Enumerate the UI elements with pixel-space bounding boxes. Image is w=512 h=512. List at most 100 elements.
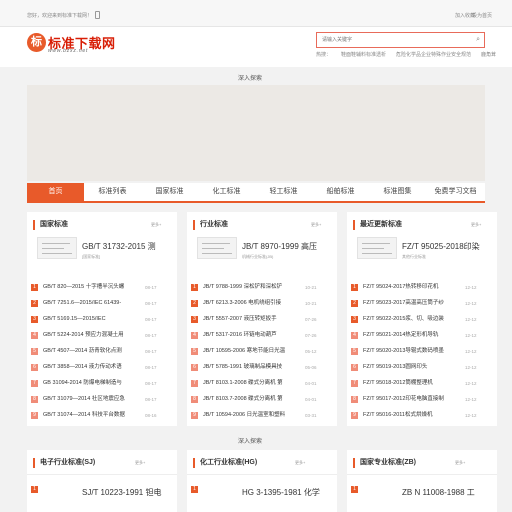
list-item-title[interactable]: FZ/T 95022-2015浆、切、吸边装 [363, 315, 457, 324]
ad-banner[interactable] [27, 85, 485, 181]
list-item[interactable]: 1 JB/T 9788-1999 深松铲和深松铲 10-21 [187, 283, 337, 293]
list-item-date: 07-26 [305, 317, 317, 322]
nav-item-shipbuilding[interactable]: 船舶标准 [312, 183, 369, 201]
nav-item-chemical[interactable]: 化工标准 [198, 183, 255, 201]
list-item[interactable]: 2 JB/T 6213.3-2006 电机绕组引接 10-21 [187, 299, 337, 309]
nav-item-standard-list[interactable]: 标准列表 [84, 183, 141, 201]
list-item[interactable]: 6 GB/T 3858—2014 液力传动术语 08-17 [27, 363, 177, 373]
list-item[interactable]: 3 FZ/T 95022-2015浆、切、吸边装 12-12 [347, 315, 497, 325]
more-link[interactable]: 更多+ [295, 460, 305, 466]
list-item-title[interactable]: GB 31094-2014 防爆电梯制造与 [43, 379, 137, 388]
list-item[interactable]: 1 GB/T 820—2015 十字槽半沉头螺 08-17 [27, 283, 177, 293]
more-link[interactable]: 更多+ [471, 222, 481, 228]
list-item[interactable]: 7 GB 31094-2014 防爆电梯制造与 08-17 [27, 379, 177, 389]
list-item[interactable]: 5 JB/T 10595-2006 寒地节能日光温 05-12 [187, 347, 337, 357]
list-item[interactable]: 2 GB/T 7251.6—2015/IEC 61439- 08-17 [27, 299, 177, 309]
hot-search-link[interactable]: 鹿角茸 [481, 52, 496, 58]
search-icon[interactable]: ⌕ [476, 36, 480, 44]
list-item[interactable]: 9 GB/T 31074—2014 科技平台数据 08-16 [27, 411, 177, 421]
list-item-title[interactable]: GB/T 3858—2014 液力传动术语 [43, 363, 137, 372]
more-link[interactable]: 更多+ [151, 222, 161, 228]
list-item[interactable]: 7 FZ/T 95018-2012筒棚整理机 12-12 [347, 379, 497, 389]
more-link[interactable]: 更多+ [455, 460, 465, 466]
featured-standard-title[interactable]: JB/T 8970-1999 高压 [242, 241, 328, 252]
list-item-title[interactable]: JB/T 5557-2007 液压转矩扳手 [203, 315, 297, 324]
standard-thumbnail[interactable] [37, 237, 77, 259]
nav-item-atlas[interactable]: 标准图集 [369, 183, 426, 201]
section-panel: 化工行业标准(HG) 更多+ 1 HG 3-1395-1981 化学 [187, 450, 337, 512]
hot-search-link[interactable]: 鞋面鞋辅料标准透析 [341, 52, 386, 58]
list-item[interactable]: 1 FZ/T 95024-2017热转移印花机 12-12 [347, 283, 497, 293]
nav-item-home[interactable]: 首页 [27, 183, 84, 201]
featured-standard-title[interactable]: GB/T 31732-2015 测 [82, 241, 168, 252]
mobile-phone-icon[interactable] [95, 11, 100, 19]
more-link[interactable]: 更多+ [311, 222, 321, 228]
rank-badge: 1 [351, 284, 358, 291]
search-input[interactable] [317, 33, 467, 47]
rank-badge: 1 [191, 486, 198, 493]
list-item[interactable]: 6 JB/T 5785-1991 玻璃制品模具技 05-06 [187, 363, 337, 373]
list-item[interactable]: 5 FZ/T 95020-2013导辊式数码喷墨 12-12 [347, 347, 497, 357]
nav-item-light-industry[interactable]: 轻工标准 [255, 183, 312, 201]
rank-badge: 9 [191, 412, 198, 419]
featured-standard-title[interactable]: SJ/T 10223-1991 钽电 [82, 487, 168, 498]
list-item-title[interactable]: JB/T 8103.7-2008 碟式分离机 第 [203, 395, 297, 404]
list-item[interactable]: 8 JB/T 8103.7-2008 碟式分离机 第 04-01 [187, 395, 337, 405]
list-item[interactable]: 9 JB/T 10594-2006 日光温室和塑料 03-31 [187, 411, 337, 421]
list-item[interactable]: 4 GB/T 5224-2014 预应力混凝土用 08-17 [27, 331, 177, 341]
list-item[interactable]: 3 GB/T 5169.15—2015/IEC 08-17 [27, 315, 177, 325]
list-item-title[interactable]: FZ/T 95018-2012筒棚整理机 [363, 379, 457, 388]
standard-thumbnail[interactable] [357, 237, 397, 259]
list-item-title[interactable]: FZ/T 95023-2017高温高压筒子纱 [363, 299, 457, 308]
list-item[interactable]: 3 JB/T 5557-2007 液压转矩扳手 07-26 [187, 315, 337, 325]
rank-badge: 1 [191, 284, 198, 291]
featured-standard-title[interactable]: FZ/T 95025-2018印染 [402, 241, 488, 252]
list-item[interactable]: 9 FZ/T 95016-2011松式烘燥机 12-12 [347, 411, 497, 421]
standard-thumbnail[interactable] [197, 237, 237, 259]
nav-item-national[interactable]: 国家标准 [141, 183, 198, 201]
list-item-title[interactable]: GB/T 31074—2014 科技平台数据 [43, 411, 137, 420]
set-homepage-link[interactable]: 设为首页 [472, 12, 492, 19]
list-item-title[interactable]: JB/T 5785-1991 玻璃制品模具技 [203, 363, 297, 372]
list-item-title[interactable]: FZ/T 95024-2017热转移印花机 [363, 283, 457, 292]
logo-icon[interactable]: 标 [27, 33, 46, 52]
list-item[interactable]: 7 JB/T 8103.1-2008 碟式分离机 第 04-01 [187, 379, 337, 389]
list-item-date: 08-17 [145, 381, 157, 386]
list-item-title[interactable]: JB/T 8103.1-2008 碟式分离机 第 [203, 379, 297, 388]
list-item-title[interactable]: GB/T 4507—2014 沥青软化点测 [43, 347, 137, 356]
list-item[interactable]: 8 FZ/T 95017-2012印花电脑直接制 12-12 [347, 395, 497, 405]
list-item-title[interactable]: GB/T 31079—2014 社区地震应急 [43, 395, 137, 404]
featured-standard-title[interactable]: HG 3-1395-1981 化学 [242, 487, 328, 498]
list-item-title[interactable]: FZ/T 95017-2012印花电脑直接制 [363, 395, 457, 404]
list-item-date: 08-16 [145, 413, 157, 418]
list-item-title[interactable]: JB/T 6213.3-2006 电机绕组引接 [203, 299, 297, 308]
section-panel: 国家标准 更多+ GB/T 31732-2015 测 [国家标准] 1 GB/T 82… [27, 212, 177, 426]
hot-search-link[interactable]: 危险化学品企业特殊作业安全规范 [396, 52, 471, 58]
list-item-title[interactable]: GB/T 820—2015 十字槽半沉头螺 [43, 283, 137, 292]
list-item[interactable]: 4 JB/T 5317-2016 环链电动葫芦 07-26 [187, 331, 337, 341]
list-item-title[interactable]: GB/T 7251.6—2015/IEC 61439- [43, 299, 137, 308]
list-item-title[interactable]: FZ/T 95021-2014热定形机导轨 [363, 331, 457, 340]
list-item-date: 08-17 [145, 285, 157, 290]
featured-standard-title[interactable]: ZB N 11008-1988 工 [402, 487, 488, 498]
rank-badge: 6 [351, 364, 358, 371]
hot-searches: 热搜： 鞋面鞋辅料标准透析 危险化学品企业特殊作业安全规范 鹿角茸 [316, 51, 506, 58]
more-link[interactable]: 更多+ [135, 460, 145, 466]
list-item-title[interactable]: JB/T 10595-2006 寒地节能日光温 [203, 347, 297, 356]
list-item-title[interactable]: FZ/T 95016-2011松式烘燥机 [363, 411, 457, 420]
section-panel: 国家专业标准(ZB) 更多+ 1 ZB N 11008-1988 工 [347, 450, 497, 512]
list-item-title[interactable]: GB/T 5169.15—2015/IEC [43, 315, 137, 324]
rank-badge: 3 [351, 316, 358, 323]
list-item-title[interactable]: JB/T 9788-1999 深松铲和深松铲 [203, 283, 297, 292]
nav-item-free-docs[interactable]: 免费学习文档 [426, 183, 485, 201]
list-item[interactable]: 4 FZ/T 95021-2014热定形机导轨 12-12 [347, 331, 497, 341]
list-item-title[interactable]: JB/T 10594-2006 日光温室和塑料 [203, 411, 297, 420]
list-item[interactable]: 5 GB/T 4507—2014 沥青软化点测 08-17 [27, 347, 177, 357]
list-item[interactable]: 8 GB/T 31079—2014 社区地震应急 08-17 [27, 395, 177, 405]
list-item[interactable]: 2 FZ/T 95023-2017高温高压筒子纱 12-12 [347, 299, 497, 309]
list-item-title[interactable]: FZ/T 95020-2013导辊式数码喷墨 [363, 347, 457, 356]
list-item-title[interactable]: JB/T 5317-2016 环链电动葫芦 [203, 331, 297, 340]
list-item-title[interactable]: GB/T 5224-2014 预应力混凝土用 [43, 331, 137, 340]
list-item[interactable]: 6 FZ/T 95019-2013圆网印头 12-12 [347, 363, 497, 373]
list-item-title[interactable]: FZ/T 95019-2013圆网印头 [363, 363, 457, 372]
